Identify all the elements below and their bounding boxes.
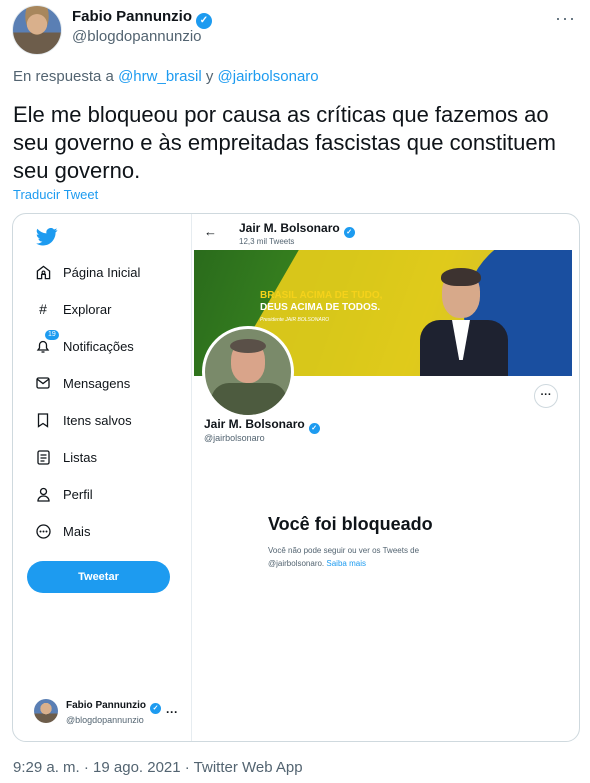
sidebar-item-label: Explorar <box>63 301 112 317</box>
author-handle[interactable]: @blogdopannunzio <box>72 28 202 45</box>
reply-prefix: En respuesta a <box>13 68 114 85</box>
sidebar-item-more[interactable]: Mais <box>35 523 90 539</box>
bookmark-icon <box>35 412 51 428</box>
profile-header-name-text: Jair M. Bolsonaro <box>239 221 340 235</box>
notification-badge: 19 <box>45 330 59 340</box>
sidebar-item-home[interactable]: Página Inicial <box>35 264 140 280</box>
sidebar-item-messages[interactable]: Mensagens <box>35 375 130 391</box>
account-name-text: Fabio Pannunzio <box>66 700 146 711</box>
sidebar-item-explore[interactable]: # Explorar <box>35 301 111 317</box>
account-more-icon[interactable]: ··· <box>166 705 178 719</box>
profile-name-text: Jair M. Bolsonaro <box>204 417 305 431</box>
sidebar-item-lists[interactable]: Listas <box>35 449 97 465</box>
blocked-title: Você foi bloqueado <box>268 514 433 534</box>
tweets-count: 12,3 mil Tweets <box>239 237 295 246</box>
banner-line1: BRASIL ACIMA DE TUDO, <box>260 290 383 301</box>
banner-slogan: BRASIL ACIMA DE TUDO, DEUS ACIMA DE TODO… <box>260 290 382 326</box>
translate-link[interactable]: Traducir Tweet <box>13 187 98 202</box>
verified-icon: ✓ <box>196 13 212 29</box>
tweet-button[interactable]: Tweetar <box>27 561 170 593</box>
embedded-screenshot[interactable]: Página Inicial # Explorar Notificações 19… <box>12 213 580 742</box>
banner-sub: Presidente JAIR BOLSONARO <box>260 317 330 323</box>
banner-portrait <box>414 268 514 376</box>
author-avatar[interactable] <box>12 5 62 55</box>
author-name[interactable]: Fabio Pannunzio ✓ <box>72 8 212 29</box>
sidebar-item-label: Página Inicial <box>63 264 141 280</box>
reply-context: En respuesta a @hrw_brasil y @jairbolson… <box>13 68 319 85</box>
sidebar-item-notifications[interactable]: Notificações <box>35 338 134 354</box>
bell-icon <box>35 338 51 354</box>
mail-icon <box>35 375 51 391</box>
profile-icon <box>35 486 51 502</box>
sidebar-item-profile[interactable]: Perfil <box>35 486 93 502</box>
profile-panel: ← Jair M. Bolsonaro ✓ 12,3 mil Tweets BRA… <box>192 214 579 741</box>
back-arrow-icon[interactable]: ← <box>204 224 217 239</box>
author-name-text[interactable]: Fabio Pannunzio <box>72 8 192 25</box>
verified-icon: ✓ <box>308 423 320 434</box>
reply-user-link[interactable]: @hrw_brasil <box>118 68 202 85</box>
list-icon <box>35 449 51 465</box>
blocked-message: Você não pode seguir ou ver os Tweets de… <box>268 544 468 570</box>
tweet-text: Ele me bloqueou por causa as críticas qu… <box>13 102 556 183</box>
profile-name: Jair M. Bolsonaro ✓ <box>204 417 320 434</box>
sidebar-item-label: Listas <box>63 449 97 465</box>
sidebar: Página Inicial # Explorar Notificações 19… <box>13 214 192 741</box>
tweet-timestamp[interactable]: 9:29 a. m. · 19 ago. 2021 · Twitter Web … <box>13 759 303 776</box>
profile-handle: @jairbolsonaro <box>204 433 265 443</box>
reply-user-link[interactable]: @jairbolsonaro <box>218 68 319 85</box>
more-options-icon[interactable]: ··· <box>555 8 576 29</box>
reply-and: y <box>205 68 214 85</box>
hashtag-icon: # <box>39 301 47 317</box>
sidebar-item-label: Perfil <box>63 486 93 502</box>
sidebar-item-label: Itens salvos <box>63 412 132 428</box>
account-avatar[interactable] <box>34 699 58 723</box>
verified-icon: ✓ <box>343 227 355 238</box>
portrait-hair <box>441 268 481 286</box>
avatar-hair <box>230 339 266 353</box>
account-handle: @blogdopannunzio <box>66 715 144 725</box>
profile-avatar[interactable] <box>202 326 294 418</box>
sidebar-item-bookmarks[interactable]: Itens salvos <box>35 412 132 428</box>
twitter-logo-icon <box>36 227 58 246</box>
sidebar-item-label: Mensagens <box>63 375 131 391</box>
account-name[interactable]: Fabio Pannunzio ✓ <box>66 700 161 714</box>
more-icon <box>35 523 51 539</box>
learn-more-link[interactable]: Saiba mais <box>326 559 366 568</box>
home-icon <box>35 264 51 280</box>
banner-line2: DEUS ACIMA DE TODOS. <box>260 302 381 313</box>
sidebar-item-label: Notificações <box>63 338 134 354</box>
sidebar-item-label: Mais <box>63 523 91 539</box>
profile-header-name: Jair M. Bolsonaro ✓ <box>239 221 355 238</box>
verified-icon: ✓ <box>150 703 161 714</box>
tweet: Fabio Pannunzio ✓ @blogdopannunzio ··· En… <box>0 0 590 783</box>
profile-more-button[interactable]: ··· <box>534 384 558 408</box>
avatar-body <box>211 383 287 415</box>
